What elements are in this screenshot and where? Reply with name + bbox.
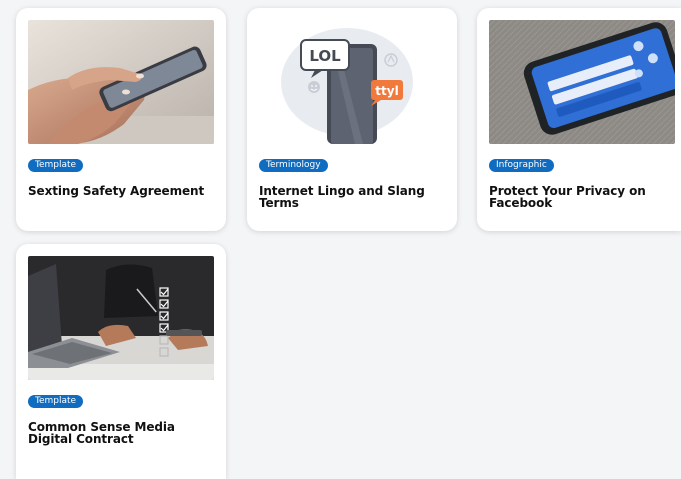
resource-card-grid: Template Sexting Safety Agreement LOL tt… xyxy=(0,0,681,479)
card-title[interactable]: Common Sense Media Digital Contract xyxy=(28,421,208,445)
hands-holding-smartphone-photo xyxy=(28,20,214,144)
lol-bubble-text: LOL xyxy=(309,47,341,65)
ttyl-bubble-text: ttyl xyxy=(375,84,398,98)
card-thumbnail-facebook-phone[interactable] xyxy=(489,20,675,144)
card-thumbnail-hands-smartphone[interactable] xyxy=(28,20,214,144)
phone-chat-bubbles-illustration: LOL ttyl xyxy=(259,20,445,144)
card-thumbnail-chat-illustration[interactable]: LOL ttyl xyxy=(259,20,445,144)
resource-card-digital-contract[interactable]: Template Common Sense Media Digital Cont… xyxy=(16,244,226,479)
card-title[interactable]: Internet Lingo and Slang Terms xyxy=(259,185,449,209)
card-tag-template: Template xyxy=(28,159,84,172)
card-tag-infographic: Infographic xyxy=(489,159,554,172)
card-title[interactable]: Sexting Safety Agreement xyxy=(28,185,218,197)
resource-card-facebook-privacy[interactable]: Infographic Protect Your Privacy on Face… xyxy=(477,8,681,231)
resource-card-internet-lingo[interactable]: LOL ttyl Terminology Internet Lingo and … xyxy=(247,8,457,231)
resource-card-sexting-safety-agreement[interactable]: Template Sexting Safety Agreement xyxy=(16,8,226,231)
card-tag-template: Template xyxy=(28,395,84,408)
card-tag-terminology: Terminology xyxy=(259,159,328,172)
smiley-face-icon xyxy=(308,81,320,93)
person-checklist-laptop-photo xyxy=(28,256,214,380)
card-thumbnail-checklist-photo[interactable] xyxy=(28,256,214,380)
card-title[interactable]: Protect Your Privacy on Facebook xyxy=(489,185,681,209)
phone-facebook-login-photo xyxy=(489,20,675,144)
